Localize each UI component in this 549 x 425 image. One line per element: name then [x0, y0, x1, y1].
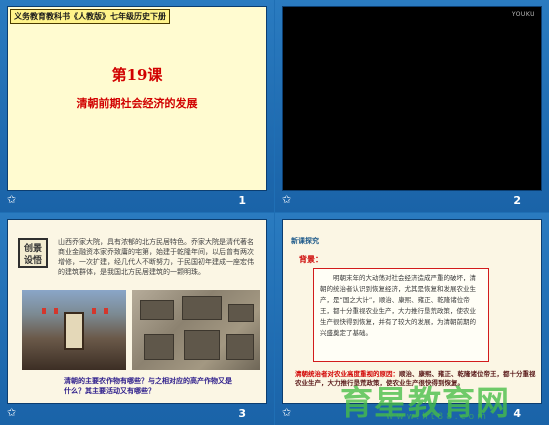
slide-number: 4: [513, 407, 521, 420]
courtyard-photo: [22, 290, 126, 370]
slide-thumbnail-1[interactable]: 义务教育教科书《人教版》七年级历史下册 第19课 清朝前期社会经济的发展 ✩ 1: [0, 0, 274, 212]
aerial-compound-photo: [132, 290, 260, 370]
roof-shape: [140, 300, 174, 320]
slide-number: 3: [238, 407, 246, 420]
slide-transition-icon: ✩: [282, 193, 292, 206]
roof-shape: [182, 296, 222, 320]
slide-transition-icon: ✩: [7, 406, 17, 419]
slide-thumbnail-3[interactable]: 创景设悟 山西乔家大院，具有浓郁的北方民居特色。乔家大院是清代著名商业金融资本家…: [0, 213, 274, 425]
lantern-shape: [42, 308, 46, 314]
section-tag: 创景设悟: [18, 238, 48, 268]
intro-text: 山西乔家大院，具有浓郁的北方民居特色。乔家大院是清代著名商业金融资本家乔致庸的宅…: [58, 238, 254, 276]
background-text-box: 明朝末年的大动荡对社会经济造成严重的破坏，清朝的统治者认识到恢复经济，尤其是恢复…: [313, 268, 489, 362]
lesson-subtitle: 清朝前期社会经济的发展: [76, 97, 198, 110]
gate-shape: [64, 312, 84, 350]
lantern-shape: [104, 308, 108, 314]
question-text: 清朝的主要农作物有哪些？与之相对应的高产作物又是什么？其主要活动又有哪些？: [64, 377, 232, 395]
background-label: 背景：: [299, 255, 323, 264]
video-logo: YOUKU: [511, 11, 535, 18]
site-watermark-url: www.ht88.com: [386, 412, 489, 422]
slide-number: 1: [238, 194, 246, 207]
lesson-title: 第19课: [111, 66, 163, 84]
roof-shape: [144, 334, 174, 360]
book-title-label: 义务教育教科书《人教版》七年级历史下册: [10, 9, 170, 24]
lantern-shape: [92, 308, 96, 314]
roof-shape: [226, 334, 254, 360]
roof-shape: [184, 330, 220, 360]
lantern-shape: [54, 308, 58, 314]
slide-transition-icon: ✩: [7, 193, 17, 206]
slide-thumbnail-2[interactable]: YOUKU ✩ 2: [275, 0, 549, 212]
slide-3-preview: 创景设悟 山西乔家大院，具有浓郁的北方民居特色。乔家大院是清代著名商业金融资本家…: [7, 219, 267, 404]
section-heading: 新课探究: [291, 237, 319, 245]
slide-2-video-preview: YOUKU: [282, 6, 542, 191]
roof-shape: [228, 304, 254, 322]
slide-number: 2: [513, 194, 521, 207]
slide-transition-icon: ✩: [282, 406, 292, 419]
slide-1-preview: 义务教育教科书《人教版》七年级历史下册 第19课 清朝前期社会经济的发展: [7, 6, 267, 191]
